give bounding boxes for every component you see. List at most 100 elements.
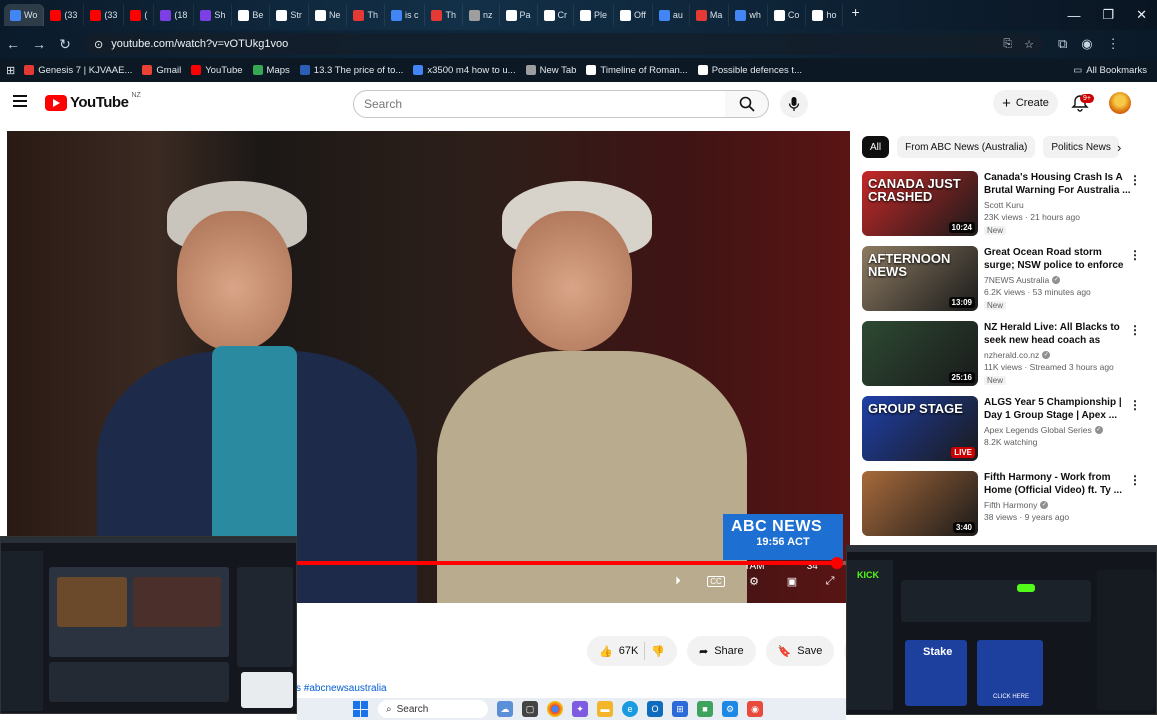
extensions-icon[interactable]: ⧉ (1058, 36, 1067, 52)
back-icon[interactable]: ← (0, 36, 26, 52)
related-video-item[interactable]: GROUP STAGE LIVE ALGS Year 5 Championship … (862, 396, 1147, 471)
chevron-right-icon[interactable]: › (1117, 140, 1121, 155)
related-video-item[interactable]: 3:40 Fifth Harmony - Work from Home (Offi… (862, 471, 1147, 546)
related-video-item[interactable]: CANADA JUST CRASHED 10:24 Canada's Housing… (862, 171, 1147, 246)
thumbs-down-icon[interactable]: 👎 (651, 645, 665, 658)
profile-icon[interactable]: ◉ (1081, 36, 1092, 52)
video-thumbnail[interactable]: GROUP STAGE LIVE (862, 396, 978, 461)
browser-tab[interactable]: au (653, 4, 690, 26)
widgets-icon[interactable]: ☁ (497, 701, 513, 717)
related-video-item[interactable]: 25:16 NZ Herald Live: All Blacks to seek … (862, 321, 1147, 396)
app-settings-icon[interactable]: ⚙ (722, 701, 738, 717)
bookmark-item[interactable]: Maps (248, 65, 295, 76)
create-button[interactable]: + Create (993, 90, 1058, 116)
share-button[interactable]: ➦ Share (686, 636, 756, 666)
bookmark-item[interactable]: New Tab (521, 65, 582, 76)
channel-name[interactable]: Scott Kuru (984, 200, 1134, 210)
bookmark-item[interactable]: Gmail (137, 65, 186, 76)
video-title[interactable]: Canada's Housing Crash Is A Brutal Warni… (984, 171, 1134, 197)
more-vertical-icon[interactable]: ⋮ (1129, 323, 1141, 337)
search-button[interactable] (725, 90, 769, 118)
bookmark-item[interactable]: Possible defences t... (693, 65, 807, 76)
browser-tab[interactable]: Be (232, 4, 271, 26)
more-vertical-icon[interactable]: ⋮ (1129, 473, 1141, 487)
windows-start-icon[interactable] (353, 701, 369, 717)
settings-gear-icon[interactable]: ⚙ (744, 573, 764, 589)
voice-search-button[interactable] (780, 90, 808, 118)
bookmark-item[interactable]: 13.3 The price of to... (295, 65, 409, 76)
bookmark-item[interactable]: x3500 m4 how to u... (408, 65, 520, 76)
task-view-icon[interactable]: ▢ (522, 701, 538, 717)
account-avatar[interactable] (1109, 92, 1131, 114)
search-input[interactable]: Search (353, 90, 726, 118)
browser-tab[interactable]: Th (347, 4, 385, 26)
filter-chip[interactable]: Politics News (1043, 136, 1119, 158)
video-player[interactable]: ABC NEWS 19:56 ACT TAM 34° ⏵ CC ⚙ ▣ ⤢ (7, 131, 850, 603)
filter-chip[interactable]: From ABC News (Australia) (897, 136, 1036, 158)
outlook-icon[interactable]: O (647, 701, 663, 717)
channel-name[interactable]: nzherald.co.nz ✓ (984, 350, 1134, 360)
youtube-logo[interactable]: YouTube NZ (45, 92, 141, 111)
channel-name[interactable]: Fifth Harmony ✓ (984, 500, 1134, 510)
browser-tab[interactable]: wh (729, 4, 768, 26)
copilot-icon[interactable]: ✦ (572, 701, 588, 717)
browser-tab[interactable]: ho (806, 4, 844, 26)
browser-tab[interactable]: Off (614, 4, 653, 26)
bookmark-item[interactable]: Timeline of Roman... (581, 65, 692, 76)
captions-icon[interactable]: CC (706, 573, 726, 589)
browser-tab[interactable]: Sh (194, 4, 233, 26)
video-thumbnail[interactable]: 3:40 (862, 471, 978, 536)
browser-tab[interactable]: Str (270, 4, 309, 26)
more-vertical-icon[interactable]: ⋮ (1129, 398, 1141, 412)
video-title[interactable]: NZ Herald Live: All Blacks to seek new h… (984, 321, 1134, 347)
app-green-icon[interactable]: ■ (697, 701, 713, 717)
address-bar[interactable]: ⊙ youtube.com/watch?v=vOTUkg1voo ⎘ ☆ (84, 33, 1044, 55)
fullscreen-icon[interactable]: ⤢ (820, 573, 840, 589)
browser-tab[interactable]: nz (463, 4, 500, 26)
maximize-icon[interactable]: ❐ (1102, 7, 1114, 23)
taskbar-search[interactable]: ⌕ Search (378, 700, 488, 718)
video-thumbnail[interactable]: AFTERNOON NEWS 13:09 (862, 246, 978, 311)
browser-tab[interactable]: (33 (44, 4, 85, 26)
forward-icon[interactable]: → (26, 36, 52, 52)
site-info-icon[interactable]: ⊙ (94, 38, 103, 51)
browser-tab[interactable]: Wo (4, 4, 45, 26)
reload-icon[interactable]: ↻ (52, 36, 78, 53)
file-explorer-icon[interactable]: ▬ (597, 701, 613, 717)
like-button[interactable]: 👍 67K (599, 645, 638, 658)
description-hashtags[interactable]: s #abcnewsaustralia (296, 683, 387, 694)
edge-icon[interactable]: e (622, 701, 638, 717)
related-video-item[interactable]: AFTERNOON NEWS 13:09 Great Ocean Road stor… (862, 246, 1147, 321)
browser-tab[interactable]: Pa (500, 4, 538, 26)
browser-tab[interactable]: Ple (574, 4, 615, 26)
browser-tab[interactable]: (33 (84, 4, 125, 26)
video-title[interactable]: Fifth Harmony - Work from Home (Official… (984, 471, 1134, 497)
hamburger-menu-icon[interactable] (13, 95, 27, 107)
filter-chip[interactable]: All (862, 136, 890, 158)
save-button[interactable]: 🔖 Save (765, 636, 835, 666)
autoplay-toggle-icon[interactable]: ⏵ (668, 573, 688, 589)
video-thumbnail[interactable]: CANADA JUST CRASHED 10:24 (862, 171, 978, 236)
video-thumbnail[interactable]: 25:16 (862, 321, 978, 386)
minimize-icon[interactable]: — (1067, 8, 1080, 23)
store-icon[interactable]: ⊞ (672, 701, 688, 717)
channel-name[interactable]: Apex Legends Global Series ✓ (984, 425, 1134, 435)
browser-tab[interactable]: ( (124, 4, 155, 26)
app-active-icon[interactable]: ◉ (747, 701, 763, 717)
chrome-icon[interactable] (547, 701, 563, 717)
more-vertical-icon[interactable]: ⋮ (1129, 173, 1141, 187)
apps-grid-icon[interactable]: ⊞ (6, 64, 15, 77)
browser-tab[interactable]: Ne (309, 4, 348, 26)
bookmark-item[interactable]: Genesis 7 | KJVAAE... (19, 65, 137, 76)
browser-tab[interactable]: is c (385, 4, 426, 26)
video-title[interactable]: ALGS Year 5 Championship | Day 1 Group S… (984, 396, 1134, 422)
browser-tab[interactable]: Th (425, 4, 463, 26)
browser-tab[interactable]: Ma (690, 4, 730, 26)
more-vertical-icon[interactable]: ⋮ (1129, 248, 1141, 262)
bookmark-star-icon[interactable]: ☆ (1024, 38, 1034, 51)
video-title[interactable]: Great Ocean Road storm surge; NSW police… (984, 246, 1134, 272)
menu-icon[interactable]: ⋮ (1107, 36, 1120, 52)
browser-tab[interactable]: Cr (538, 4, 575, 26)
new-tab-icon[interactable]: + (843, 4, 867, 26)
miniplayer-icon[interactable]: ▣ (782, 573, 802, 589)
